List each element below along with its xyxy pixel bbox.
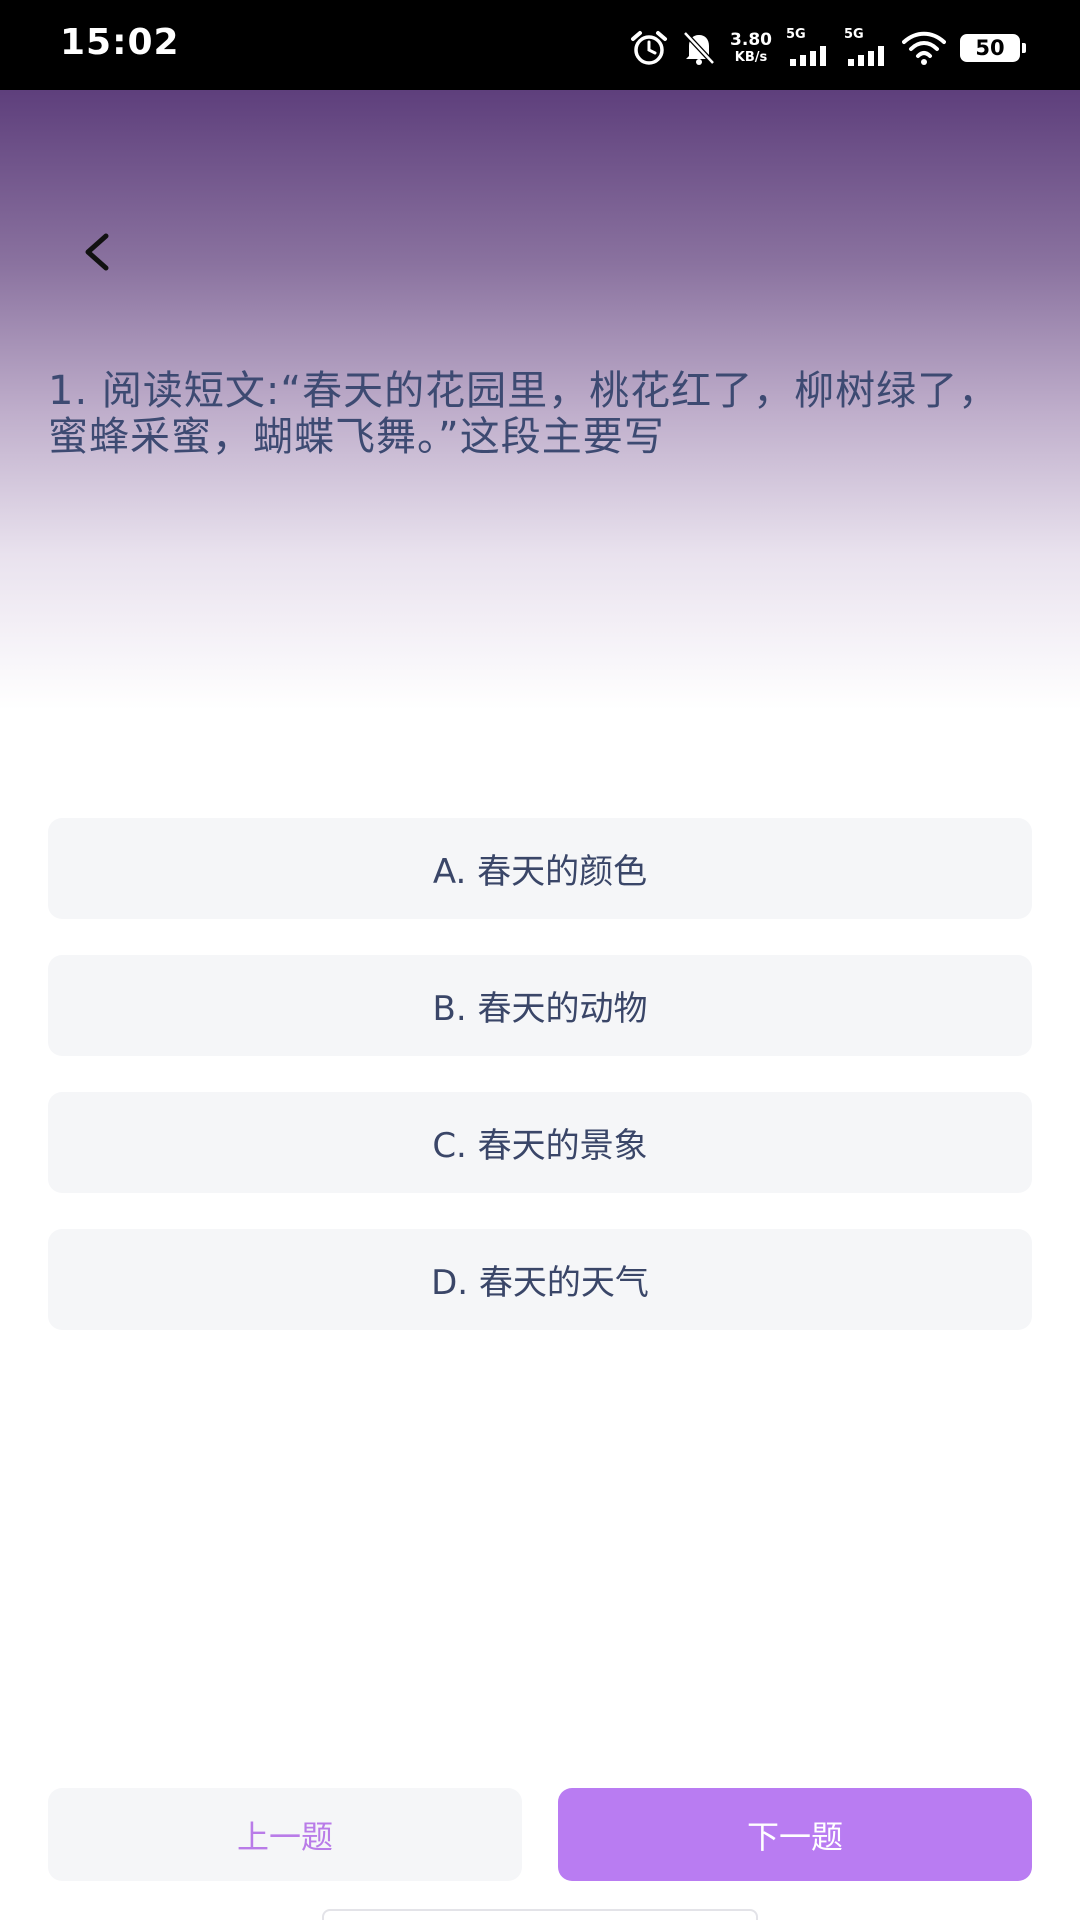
battery-level: 50 [975,35,1005,60]
signal-icon: 5G [786,27,830,66]
previous-question-button[interactable]: 上一题 [48,1788,522,1881]
option-c[interactable]: C. 春天的景象 [48,1092,1032,1193]
wifi-icon [902,31,946,65]
status-time: 15:02 [60,22,180,63]
signal-icon: 5G [844,27,888,66]
question-text: 1. 阅读短文:“春天的花园里，桃花红了，柳树绿了，蜜蜂采蜜，蝴蝶飞舞。”这段主… [48,368,1000,460]
home-indicator[interactable] [322,1909,758,1920]
answer-options: A. 春天的颜色 B. 春天的动物 C. 春天的景象 D. 春天的天气 [48,818,1032,1366]
option-d[interactable]: D. 春天的天气 [48,1229,1032,1330]
quiz-screen: 15:02 3.80 KB/s 5G 5G 50 1. 阅读短文:“春天的花园里… [0,0,1080,1920]
battery-icon: 50 [960,34,1026,62]
bell-muted-icon [682,30,716,66]
alarm-icon [630,30,668,66]
option-a[interactable]: A. 春天的颜色 [48,818,1032,919]
net-speed-unit: KB/s [734,50,768,65]
status-bar: 15:02 3.80 KB/s 5G 5G 50 [0,0,1080,90]
sim1-label: 5G [786,27,806,42]
net-speed: 3.80 KB/s [730,30,772,65]
chevron-left-icon [85,233,109,271]
status-icons: 3.80 KB/s 5G 5G 50 [630,27,1026,66]
next-question-button[interactable]: 下一题 [558,1788,1032,1881]
net-speed-value: 3.80 [730,30,772,50]
back-button[interactable] [66,222,126,282]
sim2-label: 5G [844,27,864,42]
option-b[interactable]: B. 春天的动物 [48,955,1032,1056]
